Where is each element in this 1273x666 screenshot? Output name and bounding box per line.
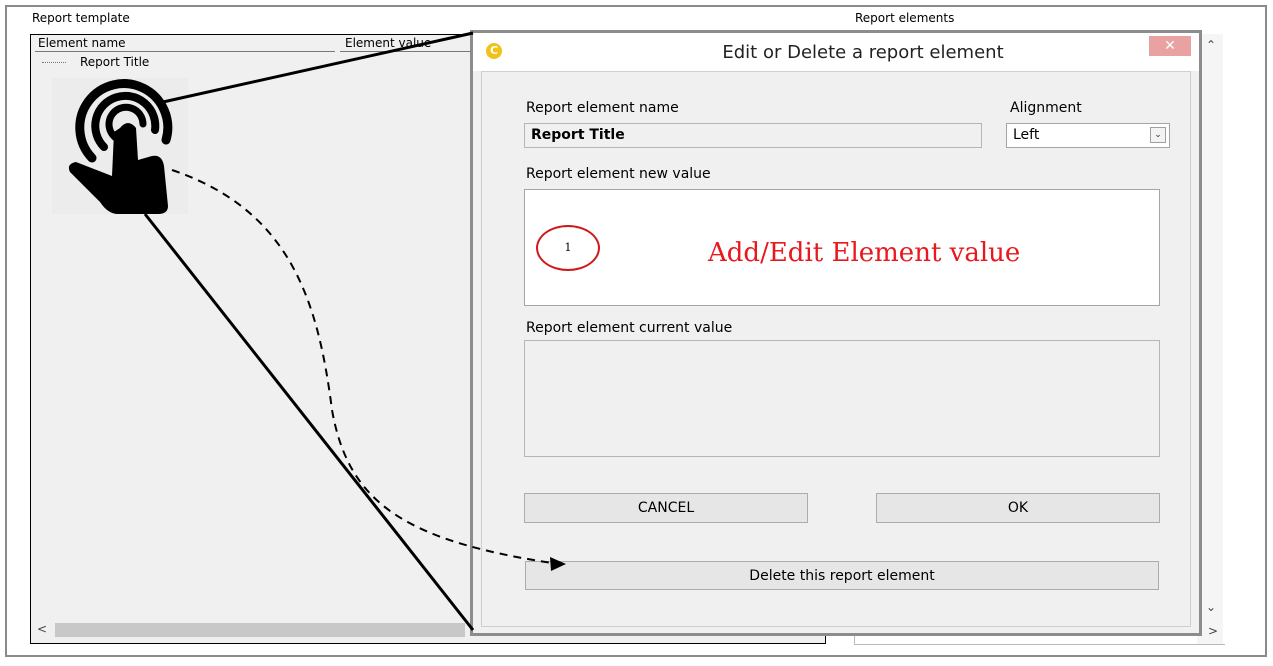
callout-line-top (162, 31, 474, 104)
callout-line-bottom (143, 213, 475, 631)
arrowhead (550, 557, 566, 571)
dashed-arrow (171, 169, 553, 564)
annotation-overlay (52, 31, 566, 631)
